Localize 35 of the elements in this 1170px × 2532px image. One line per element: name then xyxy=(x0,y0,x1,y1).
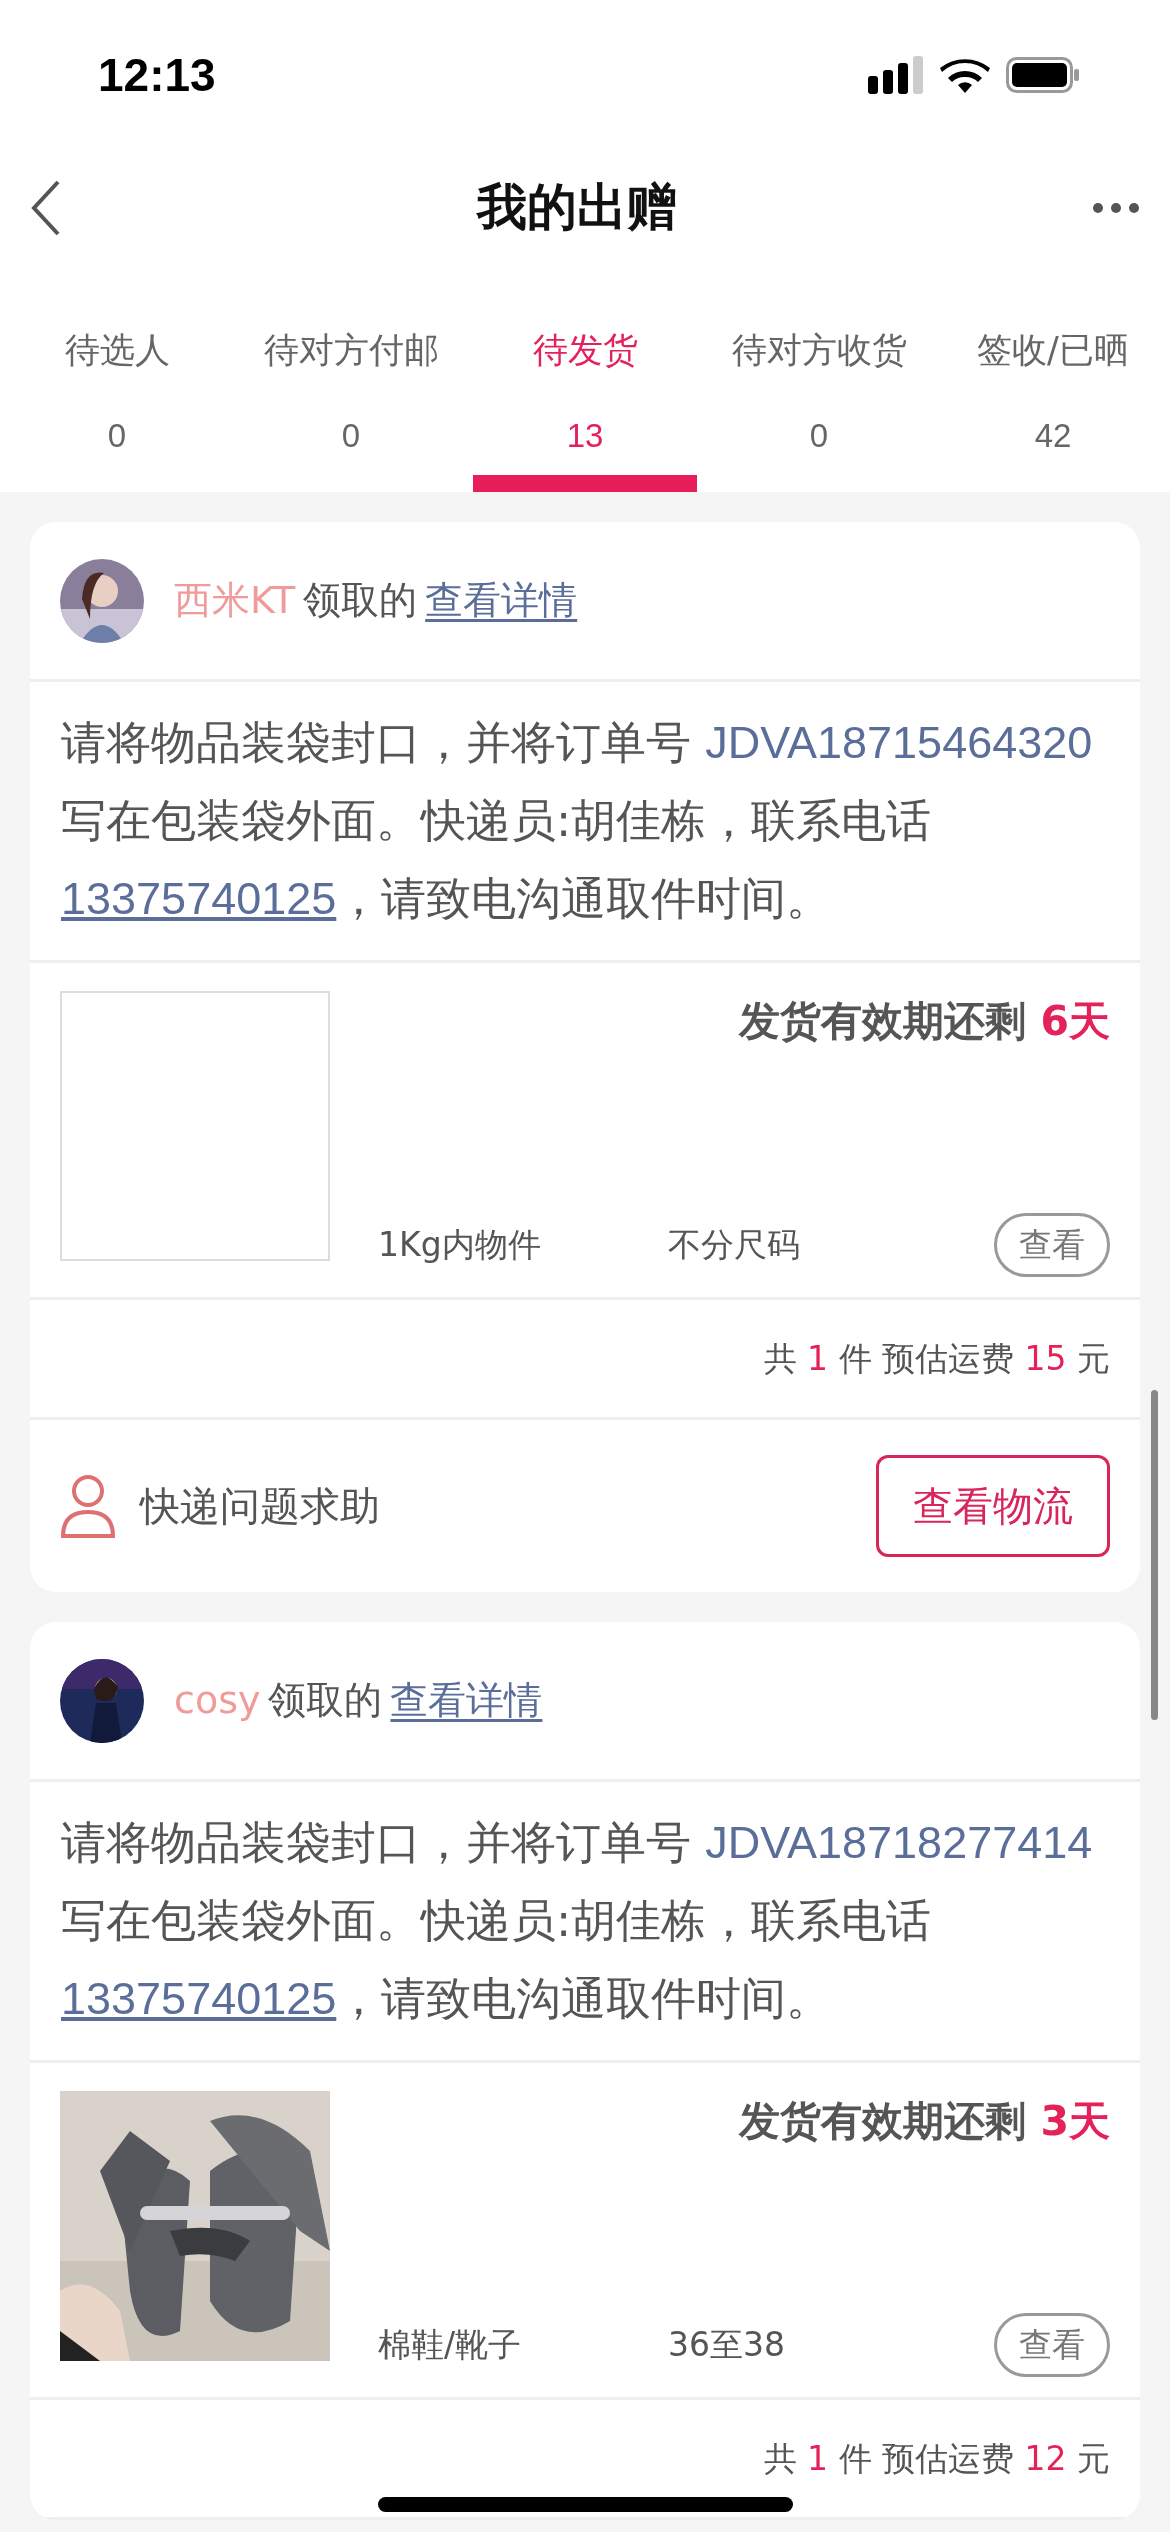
instruction-text: 请将物品装袋封口，并将订单号 JDVA18718277414 写在包装袋外面。快递员:胡佳栋，联系电话 13375740125，请致电沟通取件时间。 xyxy=(61,1815,1094,2027)
claimed-label: 领取的 xyxy=(268,1677,383,1724)
tab[interactable]: 待对方付邮 0 xyxy=(234,325,468,492)
tab[interactable]: 签收/已晒 42 xyxy=(936,325,1170,492)
wifi-icon xyxy=(940,57,990,93)
deadline-text: 发货有效期还剩 3天 xyxy=(737,2096,1110,2147)
user-name: cosy xyxy=(174,1677,261,1724)
category-label: 棉鞋/靴子 xyxy=(378,2324,523,2367)
category-label: 1Kg内物件 xyxy=(378,1224,542,1267)
user-name: 西米KT xyxy=(174,577,296,624)
claimed-label: 领取的 xyxy=(303,577,418,624)
total-text: 共 1 件 预估运费 12 元 xyxy=(763,2437,1110,2480)
details-link[interactable]: 查看详情 xyxy=(390,1672,543,1729)
signal-icon xyxy=(868,56,924,94)
deadline-text: 发货有效期还剩 6天 xyxy=(737,996,1110,1047)
phone-link[interactable]: 13375740125 xyxy=(61,873,337,924)
status-time: 12:13 xyxy=(98,47,216,103)
logistics-button[interactable]: 查看物流 xyxy=(876,1455,1110,1557)
view-button[interactable]: 查看 xyxy=(994,1213,1110,1277)
size-label: 不分尺码 xyxy=(668,1224,800,1267)
tab[interactable]: 待选人 0 xyxy=(0,325,234,492)
battery-icon xyxy=(1006,57,1080,93)
back-icon[interactable] xyxy=(30,179,62,236)
person-icon xyxy=(60,1474,116,1538)
total-text: 共 1 件 预估运费 15 元 xyxy=(763,1337,1110,1380)
view-button[interactable]: 查看 xyxy=(994,2313,1110,2377)
help-label: 快递问题求助 xyxy=(140,1482,380,1531)
tab[interactable]: 待对方收货 0 xyxy=(702,325,936,492)
tab[interactable]: 待发货 13 xyxy=(468,325,702,492)
details-link[interactable]: 查看详情 xyxy=(425,572,578,629)
more-icon[interactable] xyxy=(1092,201,1140,214)
instruction-text: 请将物品装袋封口，并将订单号 JDVA18715464320 写在包装袋外面。快递员:胡佳栋，联系电话 13375740125，请致电沟通取件时间。 xyxy=(61,715,1094,927)
size-label: 36至38 xyxy=(668,2324,785,2367)
phone-link[interactable]: 13375740125 xyxy=(61,1973,337,2024)
page-title: 我的出赠 xyxy=(477,177,677,238)
